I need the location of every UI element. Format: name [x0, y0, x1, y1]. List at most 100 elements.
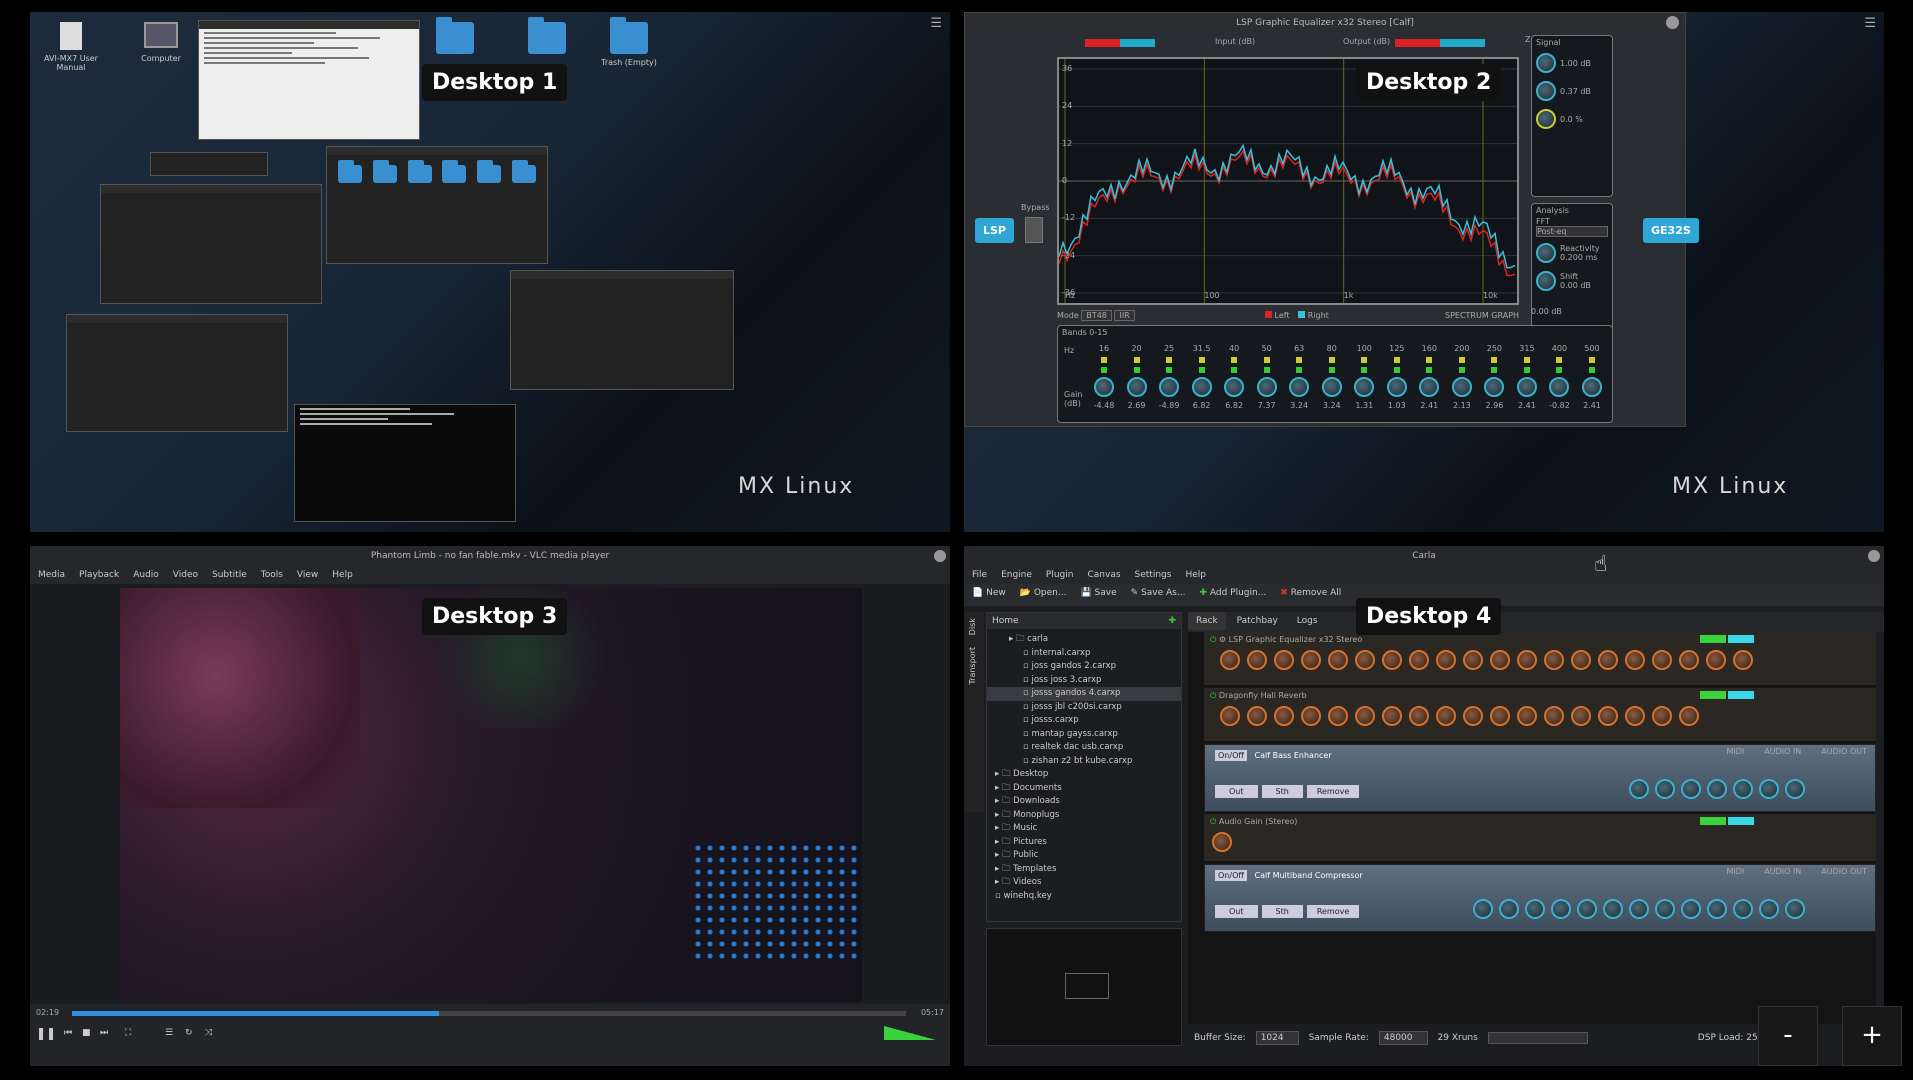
menu-playback[interactable]: Playback	[79, 570, 119, 580]
desktop-folder-home[interactable]	[512, 17, 582, 58]
tree-item[interactable]: ▸ 🗀 Pictures	[987, 836, 1181, 850]
lsp-equalizer-window[interactable]: LSP Graphic Equalizer x32 Stereo [Calf] …	[964, 12, 1699, 427]
window-thumb-browser[interactable]	[510, 270, 734, 390]
power-icon[interactable]: ⏻	[1210, 635, 1216, 644]
shift-knob[interactable]	[1536, 271, 1556, 291]
out-button[interactable]: Out	[1215, 905, 1258, 918]
desktop-icon-trash[interactable]: Trash (Empty)	[594, 17, 664, 67]
band-gain-knob[interactable]	[1321, 377, 1342, 397]
band-gain-knob[interactable]	[1094, 377, 1114, 397]
tree-item[interactable]: ▫ josss gandos 4.carxp	[987, 687, 1181, 701]
close-icon[interactable]	[934, 550, 946, 562]
plugin-knob[interactable]	[1544, 706, 1564, 726]
sth-button[interactable]: Sth	[1261, 905, 1303, 918]
onoff-switch[interactable]: On/Off	[1215, 750, 1247, 761]
plugin-knob[interactable]	[1247, 706, 1267, 726]
menu-settings[interactable]: Settings	[1135, 570, 1172, 580]
plugin-knob[interactable]	[1274, 706, 1294, 726]
window-thumb-filemanager[interactable]	[100, 184, 322, 304]
plugin-knob[interactable]	[1652, 650, 1672, 670]
tree-item[interactable]: ▸ 🗀 Monoplugs	[987, 809, 1181, 823]
plugin-knob[interactable]	[1463, 650, 1483, 670]
open-button[interactable]: 📂 Open...	[1020, 588, 1067, 602]
onoff-switch[interactable]: On/Off	[1215, 870, 1247, 881]
plugin-knob[interactable]	[1679, 650, 1699, 670]
band-gain-knob[interactable]	[1191, 377, 1212, 397]
zoom-out-button[interactable]: -	[1758, 1006, 1818, 1066]
plugin-knob[interactable]	[1681, 899, 1701, 919]
remove-button[interactable]: Remove	[1306, 905, 1360, 918]
plugin-knob[interactable]	[1707, 899, 1727, 919]
band-gain-knob[interactable]	[1419, 377, 1440, 397]
plugin-knob[interactable]	[1551, 899, 1571, 919]
window-thumb-files[interactable]	[66, 314, 288, 432]
plugin-knob[interactable]	[1733, 899, 1753, 919]
plugin-knob[interactable]	[1490, 706, 1510, 726]
menu-help[interactable]: Help	[332, 570, 353, 580]
tree-item[interactable]: ▫ realtek dac usb.carxp	[987, 741, 1181, 755]
plugin-knob[interactable]	[1733, 650, 1753, 670]
volume-slider[interactable]	[884, 1026, 936, 1040]
power-icon[interactable]: ⏻	[1210, 691, 1216, 700]
tree-item[interactable]: ▸ 🗀 Videos	[987, 876, 1181, 890]
out-button[interactable]: Out	[1215, 785, 1258, 798]
plugin-knob[interactable]	[1577, 899, 1597, 919]
plugin-knob[interactable]	[1625, 650, 1645, 670]
tree-item[interactable]: ▸ 🗀 Templates	[987, 863, 1181, 877]
menu-canvas[interactable]: Canvas	[1087, 570, 1120, 580]
plugin-knob[interactable]	[1681, 779, 1701, 799]
fft-select[interactable]: Post-eq	[1536, 226, 1608, 237]
plugin-knob[interactable]	[1759, 899, 1779, 919]
band-gain-knob[interactable]	[1224, 377, 1245, 397]
menu-icon[interactable]: ☰	[930, 16, 942, 31]
input-knob[interactable]	[1536, 53, 1556, 73]
plugin-knob[interactable]	[1655, 779, 1675, 799]
plugin-knob[interactable]	[1328, 650, 1348, 670]
menu-audio[interactable]: Audio	[133, 570, 159, 580]
plugin-knob[interactable]	[1517, 706, 1537, 726]
menu-view[interactable]: View	[297, 570, 318, 580]
output-knob[interactable]	[1536, 81, 1556, 101]
plugin-knob[interactable]	[1382, 650, 1402, 670]
sth-button[interactable]: Sth	[1261, 785, 1303, 798]
tab-rack[interactable]: Rack	[1188, 612, 1226, 630]
plugin-knob[interactable]	[1499, 899, 1519, 919]
desktop-2-preview[interactable]: ☰ LSP Graphic Equalizer x32 Stereo [Calf…	[964, 12, 1884, 532]
plugin-knob[interactable]	[1490, 650, 1510, 670]
menu-tools[interactable]: Tools	[261, 570, 283, 580]
desktop-folder-1[interactable]	[420, 17, 490, 58]
patchbay-minimap[interactable]	[986, 928, 1182, 1046]
tree-item[interactable]: ▫ zishan z2 bt kube.carxp	[987, 755, 1181, 769]
loop-icon[interactable]: ↻	[185, 1028, 193, 1038]
save-as-button[interactable]: ✎ Save As...	[1131, 588, 1186, 602]
plugin-knob[interactable]	[1571, 706, 1591, 726]
mode-select[interactable]: BT48	[1081, 310, 1112, 321]
desktop-3-preview[interactable]: Phantom Limb - no fan fable.mkv - VLC me…	[30, 546, 950, 1066]
menu-icon[interactable]: ☰	[1864, 16, 1876, 31]
ge32s-button[interactable]: GE32S	[1643, 218, 1699, 243]
plugin-knob[interactable]	[1463, 706, 1483, 726]
desktop-icon-manual[interactable]: AVI-MX7 User Manual	[36, 22, 106, 72]
band-gain-knob[interactable]	[1126, 377, 1147, 397]
tab-patchbay[interactable]: Patchbay	[1229, 612, 1286, 630]
plugin-lsp-eq[interactable]: ⏻ ⚙ LSP Graphic Equalizer x32 Stereo	[1204, 632, 1876, 686]
menu-help[interactable]: Help	[1185, 570, 1206, 580]
new-button[interactable]: 📄 New	[972, 588, 1006, 602]
plugin-audio-gain[interactable]: ⏻ Audio Gain (Stereo)	[1204, 814, 1876, 862]
band-gain-knob[interactable]	[1549, 377, 1570, 397]
plugin-knob[interactable]	[1301, 706, 1321, 726]
plugin-knob[interactable]	[1785, 899, 1805, 919]
menu-file[interactable]: File	[972, 570, 987, 580]
plugin-knob[interactable]	[1785, 779, 1805, 799]
plugin-knob[interactable]	[1598, 650, 1618, 670]
band-gain-knob[interactable]	[1354, 377, 1375, 397]
desktop-icon-computer[interactable]: Computer	[126, 22, 196, 63]
band-gain-knob[interactable]	[1289, 377, 1310, 397]
tree-item[interactable]: ▸ 🗀 Documents	[987, 782, 1181, 796]
menu-subtitle[interactable]: Subtitle	[212, 570, 247, 580]
plugin-knob[interactable]	[1382, 706, 1402, 726]
bypass-switch[interactable]	[1025, 217, 1043, 243]
window-thumb-folders[interactable]	[326, 146, 548, 264]
tree-item[interactable]: ▸ 🗀 Desktop	[987, 768, 1181, 782]
menu-video[interactable]: Video	[173, 570, 198, 580]
